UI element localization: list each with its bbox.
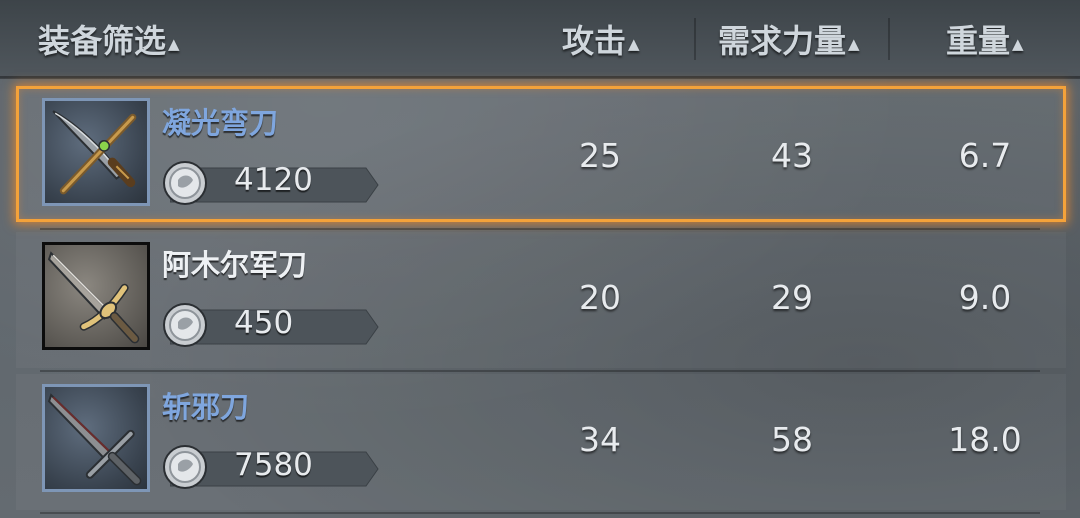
silver-coin-icon	[162, 444, 208, 490]
silver-coin-icon	[162, 160, 208, 206]
header-separator	[694, 18, 696, 60]
row-divider	[40, 370, 1040, 372]
row-divider	[40, 512, 1040, 514]
item-name: 斩邪刀	[162, 390, 250, 424]
sort-attack-button[interactable]: 攻击 ▲	[562, 16, 640, 62]
shop-list-screen: 装备筛选 ▲ 攻击 ▲ 需求力量 ▲ 重量 ▲ 凝光弯刀 4120 25 43	[0, 0, 1080, 518]
item-thumbnail	[42, 242, 150, 350]
item-attack: 25	[579, 136, 621, 175]
row-divider	[40, 228, 1040, 230]
item-price: 4120	[234, 162, 313, 198]
sort-up-icon: ▲	[628, 35, 640, 53]
item-weight: 6.7	[958, 136, 1012, 175]
item-weight: 18.0	[948, 420, 1022, 459]
item-thumbnail	[42, 98, 150, 206]
sort-strength-button[interactable]: 需求力量 ▲	[718, 16, 860, 62]
equipment-filter-button[interactable]: 装备筛选 ▲	[38, 16, 180, 62]
header-separator	[888, 18, 890, 60]
sort-up-icon: ▲	[168, 35, 180, 53]
sort-up-icon: ▲	[848, 35, 860, 53]
broadsword-icon	[47, 393, 142, 486]
item-strength: 29	[771, 278, 813, 317]
header-divider	[0, 76, 1080, 79]
item-price: 7580	[234, 447, 313, 483]
saber-icon	[47, 251, 140, 344]
item-price: 450	[234, 305, 294, 341]
sort-up-icon: ▲	[1012, 35, 1024, 53]
item-name: 阿木尔军刀	[162, 248, 308, 282]
item-name: 凝光弯刀	[162, 106, 279, 140]
silver-coin-icon	[162, 302, 208, 348]
scimitar-icon	[52, 110, 137, 195]
strength-column-label: 需求力量	[718, 22, 847, 60]
item-thumbnail	[42, 384, 150, 492]
item-strength: 43	[771, 136, 813, 175]
item-strength: 58	[771, 420, 813, 459]
item-attack: 20	[579, 278, 621, 317]
equipment-filter-label: 装备筛选	[38, 22, 167, 60]
sort-weight-button[interactable]: 重量 ▲	[946, 16, 1024, 62]
item-attack: 34	[579, 420, 621, 459]
weight-column-label: 重量	[946, 22, 1011, 60]
attack-column-label: 攻击	[562, 22, 627, 60]
item-weight: 9.0	[958, 278, 1012, 317]
